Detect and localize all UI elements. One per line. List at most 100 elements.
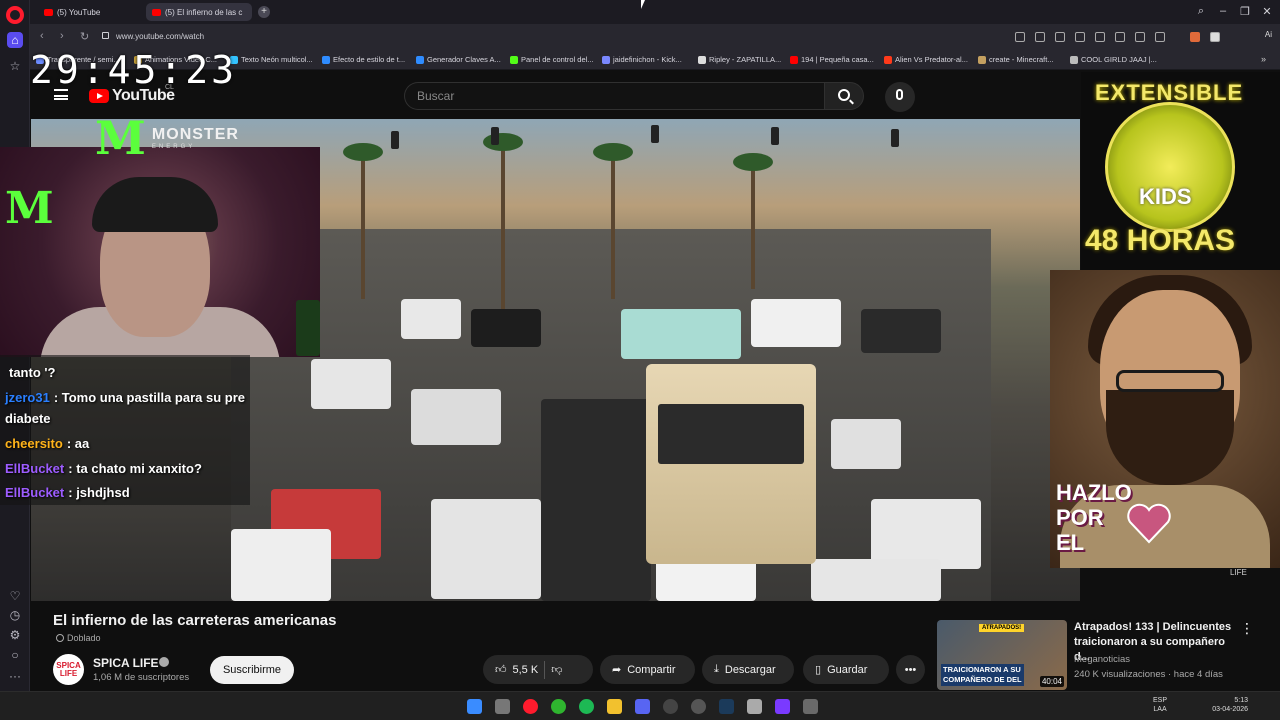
settings-gear-icon[interactable]: ⚙ [7,627,23,643]
divider [544,660,546,679]
bookmark-item[interactable]: Ripley - ZAPATILLA... [698,55,781,64]
obs-icon[interactable] [663,699,678,714]
car [831,419,901,469]
extension-icon[interactable] [1210,32,1220,42]
youtube-favicon-icon [152,8,161,16]
more-actions-button[interactable]: ••• [896,655,925,684]
settings-gear-icon[interactable] [803,699,818,714]
more-icon[interactable]: ··· [7,668,23,684]
bookmark-item[interactable]: Efecto de estilo de t... [322,55,405,64]
search-tabs-icon[interactable]: ⌕ [1194,5,1208,18]
history-icon[interactable]: ◷ [7,607,23,623]
search-button[interactable] [824,82,864,110]
extension-icon[interactable] [1155,32,1165,42]
bookmark-favicon-icon [416,55,424,64]
tab-video[interactable]: (5) El infierno de las c [146,3,252,21]
bookmarks-icon[interactable]: ☆ [7,58,23,74]
minimize-button[interactable]: – [1216,5,1230,17]
monster-energy-logo: M MONSTER ENERGY [95,111,239,165]
download-icon[interactable] [1135,32,1145,42]
hazlo-por-el-text: HAZLO POR EL [1056,480,1132,555]
channel-name[interactable]: SPICA LIFE [93,656,159,670]
opera-logo-icon[interactable] [6,6,24,24]
extension-icon[interactable] [1015,32,1025,42]
windows-start-icon[interactable] [467,699,482,714]
bookmark-favicon-icon [884,55,892,64]
home-icon[interactable]: ⌂ [7,32,23,48]
keyboard-language[interactable]: ESP LAA [1153,696,1167,714]
car [231,529,331,601]
car [411,389,501,445]
camera-icon[interactable] [1055,32,1065,42]
lock-icon[interactable] [102,32,109,39]
search-input[interactable]: Buscar [404,82,824,110]
recommended-thumbnail[interactable]: ATRAPADOS! TRAICIONARON A SU COMPAÑERO D… [937,620,1067,690]
heart-icon[interactable]: ♡ [7,588,23,604]
maximize-button[interactable]: ❐ [1238,5,1252,18]
new-tab-button[interactable]: + [258,6,270,18]
download-button[interactable]: ⤓ Descargar [702,655,794,684]
palm-tree [593,143,633,161]
app-icon[interactable] [691,699,706,714]
dislike-button[interactable]: 👎︎ [551,663,562,676]
bulb-icon[interactable]: ○ [7,647,23,663]
like-button[interactable]: 👍︎ 5,5 K [495,663,538,677]
forward-arrow-icon[interactable]: › [60,30,64,42]
car [751,299,841,347]
recommended-menu-icon[interactable]: ⋮ [1240,620,1254,637]
discord-icon[interactable] [635,699,650,714]
steam-icon[interactable] [719,699,734,714]
palm-tree [361,149,365,299]
bookmark-favicon-icon [978,55,986,64]
bookmark-item[interactable]: Generador Claves A... [416,55,501,64]
extension-icon[interactable] [1075,32,1085,42]
url-field[interactable]: www.youtube.com/watch [116,28,966,46]
bookmark-item[interactable]: create - Minecraft... [978,55,1054,64]
dubbed-icon [56,634,64,642]
play-icon[interactable] [1115,32,1125,42]
app-icon[interactable] [775,699,790,714]
kids-mascot-badge [1105,102,1235,232]
palm-tree [483,133,523,151]
car [811,559,941,601]
thumbnail-caption: TRAICIONARON A SU COMPAÑERO DE DEL [941,664,1024,686]
save-button[interactable]: ▯ Guardar [803,655,889,684]
subscriber-count: 1,06 M de suscriptores [93,672,190,683]
bookmarks-more-icon[interactable]: » [1261,54,1266,64]
bookmark-item[interactable]: COOL GIRLD JAAJ |... [1070,55,1157,64]
car [861,309,941,353]
subscribe-button[interactable]: Suscribirme [210,656,294,684]
app-icon[interactable] [747,699,762,714]
share-button[interactable]: ➦ Compartir [600,655,695,684]
tab-youtube[interactable]: (5) YouTube [38,3,140,21]
car [621,309,741,359]
bookmark-favicon-icon [1070,55,1078,64]
extension-icon[interactable] [1035,32,1045,42]
stream-timer: 29:45:23 [30,48,238,92]
car [431,499,541,599]
bookmark-item[interactable]: 194 | Pequeña casa... [790,55,874,64]
tab-label: (5) El infierno de las c [165,7,243,17]
reload-icon[interactable]: ↻ [80,30,89,43]
traffic-light [891,129,899,147]
bookmark-item[interactable]: jaidefinichon - Kick... [602,55,682,64]
xbox-icon[interactable] [551,699,566,714]
file-explorer-icon[interactable] [607,699,622,714]
bookmark-favicon-icon [790,55,798,64]
recommended-channel[interactable]: Meganoticias [1074,654,1130,665]
close-window-button[interactable]: ✕ [1260,5,1274,18]
extension-icon[interactable] [1095,32,1105,42]
car [471,309,541,347]
voice-search-button[interactable] [885,82,915,112]
bookmark-item[interactable]: Alien Vs Predator-al... [884,55,968,64]
task-view-icon[interactable] [495,699,510,714]
back-arrow-icon[interactable]: ‹ [40,30,44,42]
opera-taskbar-icon[interactable] [523,699,538,714]
extension-icon[interactable] [1190,32,1200,42]
bookmark-item[interactable]: Texto Neón multicol... [230,55,313,64]
bookmark-item[interactable]: Panel de control del... [510,55,594,64]
system-clock[interactable]: 5:13 03-04-2026 [1210,696,1248,714]
channel-avatar[interactable]: SPICA LIFE [53,654,84,685]
ai-button[interactable]: Ai [1265,30,1272,39]
spotify-icon[interactable] [579,699,594,714]
